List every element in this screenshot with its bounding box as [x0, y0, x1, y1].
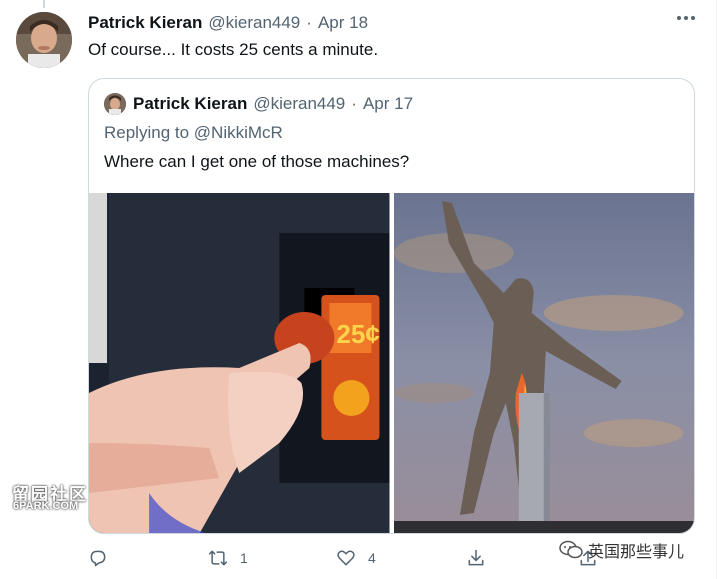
watermark-site-url: 6PARK.COM — [13, 500, 79, 512]
wechat-icon — [559, 540, 583, 559]
share-button[interactable] — [466, 548, 486, 568]
quoted-tweet-header: Patrick Kieran @kieran449 · Apr 17 — [104, 93, 413, 115]
share-icon — [468, 549, 484, 566]
statue-photo[interactable] — [393, 193, 694, 533]
thread-connector-line — [43, 0, 45, 8]
quoted-tweet-text: Where can I get one of those machines? — [104, 152, 410, 171]
more-options-icon[interactable] — [677, 16, 695, 20]
retweet-icon — [208, 550, 228, 566]
retweet-count: 1 — [240, 550, 248, 566]
replying-to-line: Replying to @NikkiMcR — [104, 123, 283, 143]
author-handle[interactable]: @kieran449 — [208, 13, 300, 33]
reply-button[interactable] — [88, 548, 120, 568]
retweet-button[interactable]: 1 — [208, 548, 248, 568]
quoted-separator-dot: · — [351, 94, 357, 113]
like-count: 4 — [368, 550, 376, 566]
price-sticker-label: 25¢ — [336, 319, 379, 349]
coin-slot-photo[interactable]: 25¢ — [89, 193, 390, 533]
replying-mention[interactable]: @NikkiMcR — [194, 123, 283, 142]
quoted-author-name: Patrick Kieran — [133, 94, 248, 113]
wechat-watermark: 英国那些事儿 — [559, 538, 684, 562]
media-grid: 25¢ — [89, 193, 694, 533]
quoted-tweet-card[interactable]: Patrick Kieran @kieran449 · Apr 17 Reply… — [88, 78, 695, 534]
replying-prefix: Replying to — [104, 123, 190, 142]
reply-icon — [90, 550, 106, 567]
like-button[interactable]: 4 — [336, 548, 376, 568]
tweet-date[interactable]: Apr 18 — [318, 13, 368, 33]
tweet-actions-bar: 1 4 — [88, 548, 608, 572]
quoted-tweet-date: Apr 17 — [362, 94, 414, 113]
quoted-author-handle: @kieran449 — [253, 94, 346, 113]
author-avatar[interactable] — [16, 12, 72, 68]
heart-icon — [337, 550, 355, 566]
separator-dot: · — [306, 13, 312, 32]
wechat-account-name: 英国那些事儿 — [588, 542, 685, 561]
tweet-text: Of course... It costs 25 cents a minute. — [88, 40, 379, 59]
author-name[interactable]: Patrick Kieran — [88, 13, 202, 33]
tweet-header: Patrick Kieran @kieran449 · Apr 18 — [88, 13, 368, 33]
quoted-author-avatar — [104, 93, 126, 115]
